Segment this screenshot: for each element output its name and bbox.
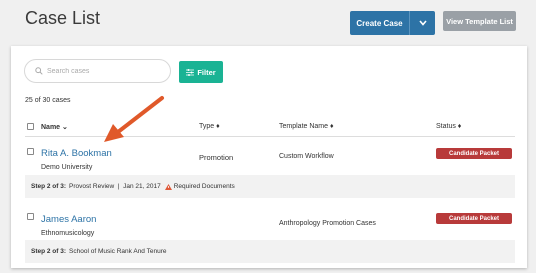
annotation-arrow — [104, 96, 164, 142]
